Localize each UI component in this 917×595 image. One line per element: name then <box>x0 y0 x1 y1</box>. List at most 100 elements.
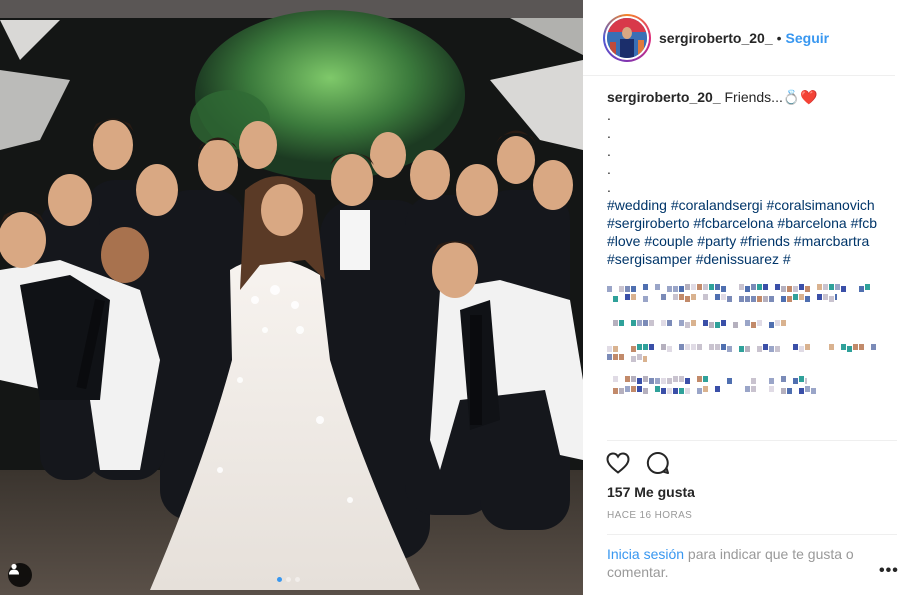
pixel-block <box>661 388 666 394</box>
pixel-block <box>643 388 648 394</box>
header-username[interactable]: sergiroberto_20_ <box>659 30 773 46</box>
pixel-block <box>709 322 714 328</box>
pixel-block <box>745 346 750 352</box>
pixel-block <box>631 346 636 352</box>
caption-dot-line: . <box>607 179 611 195</box>
follow-button[interactable]: Seguir <box>786 30 830 46</box>
pixel-block <box>757 296 762 302</box>
pixel-block <box>787 296 792 302</box>
pixel-block <box>781 296 786 302</box>
pixel-block <box>793 344 798 350</box>
divider <box>607 534 897 535</box>
pixel-block <box>655 378 660 384</box>
pixelated-comment-row <box>607 294 897 302</box>
pixel-block <box>661 344 666 350</box>
pixel-block <box>703 376 708 382</box>
pixel-block <box>745 320 750 326</box>
pixel-block <box>787 388 792 394</box>
pixel-block <box>649 320 654 326</box>
caption-hashtags[interactable]: #wedding #coralandsergi #coralsimanovich… <box>607 196 897 268</box>
post-photo[interactable] <box>0 0 583 595</box>
pixel-block <box>631 294 636 300</box>
carousel-dot[interactable] <box>295 577 300 582</box>
heart-icon[interactable] <box>605 450 631 476</box>
pixel-block <box>799 284 804 290</box>
pixel-block <box>703 320 708 326</box>
pixel-block <box>799 376 804 382</box>
pixel-block <box>667 378 672 384</box>
pixel-block <box>805 286 810 292</box>
pixel-block <box>763 344 768 350</box>
pixel-block <box>685 378 690 384</box>
pixel-block <box>715 386 720 392</box>
pixel-block <box>745 286 750 292</box>
pixel-block <box>643 344 648 350</box>
pixel-block <box>643 284 648 290</box>
pixel-block <box>655 386 660 392</box>
pixel-block <box>619 320 624 326</box>
pixel-block <box>625 286 630 292</box>
post-timestamp: HACE 16 HORAS <box>607 510 693 521</box>
pixel-block <box>769 296 774 302</box>
person-tag-icon[interactable] <box>8 563 32 587</box>
pixel-block <box>625 294 630 300</box>
pixel-block <box>727 346 732 352</box>
pixel-block <box>793 286 798 292</box>
pixel-block <box>721 294 726 300</box>
login-link[interactable]: Inicia sesión <box>607 546 684 562</box>
pixel-block <box>751 296 756 302</box>
pixel-block <box>715 294 720 300</box>
pixel-block <box>673 388 678 394</box>
pixel-block <box>769 346 774 352</box>
pixel-block <box>679 286 684 292</box>
pixel-block <box>637 386 642 392</box>
pixel-block <box>799 294 804 300</box>
pixel-block <box>751 284 756 290</box>
pixel-block <box>775 320 780 326</box>
pixel-block <box>871 344 876 350</box>
pixel-block <box>613 346 618 352</box>
pixel-block <box>703 284 708 290</box>
pixel-block <box>697 376 702 382</box>
pixel-block <box>613 376 618 382</box>
pixel-block <box>823 284 828 290</box>
post-details-panel: sergiroberto_20_ • Seguir sergiroberto_2… <box>583 0 917 595</box>
pixel-block <box>835 284 840 290</box>
more-options-icon[interactable]: ••• <box>879 562 899 580</box>
pixel-block <box>859 286 864 292</box>
pixel-block <box>613 354 618 360</box>
pixel-block <box>769 322 774 328</box>
pixel-block <box>691 344 696 350</box>
pixel-block <box>613 388 618 394</box>
pixel-block <box>835 294 837 300</box>
carousel-dot[interactable] <box>277 577 282 582</box>
pixel-block <box>853 344 858 350</box>
pixelated-comment-row <box>607 320 897 328</box>
pixel-block <box>685 322 690 328</box>
pixel-block <box>739 284 744 290</box>
pixel-block <box>637 354 642 360</box>
pixel-block <box>829 284 834 290</box>
pixel-block <box>859 344 864 350</box>
pixel-block <box>643 376 648 382</box>
pixel-block <box>763 284 768 290</box>
pixel-block <box>721 320 726 326</box>
pixel-block <box>637 344 642 350</box>
pixel-block <box>637 320 642 326</box>
pixel-block <box>817 294 822 300</box>
post-actions <box>605 450 671 476</box>
redacted-comments <box>607 274 897 394</box>
caption-username[interactable]: sergiroberto_20_ <box>607 89 721 105</box>
pixel-block <box>865 284 870 290</box>
avatar[interactable] <box>603 13 651 62</box>
comment-icon[interactable] <box>645 450 671 476</box>
pixel-block <box>631 386 636 392</box>
pixel-block <box>823 294 828 300</box>
likes-count[interactable]: 157 Me gusta <box>607 484 695 500</box>
pixel-block <box>745 296 750 302</box>
carousel-dot[interactable] <box>286 577 291 582</box>
pixel-block <box>799 388 804 394</box>
pixelated-comment-row <box>607 386 897 394</box>
pixel-block <box>631 376 636 382</box>
pixel-block <box>649 378 654 384</box>
